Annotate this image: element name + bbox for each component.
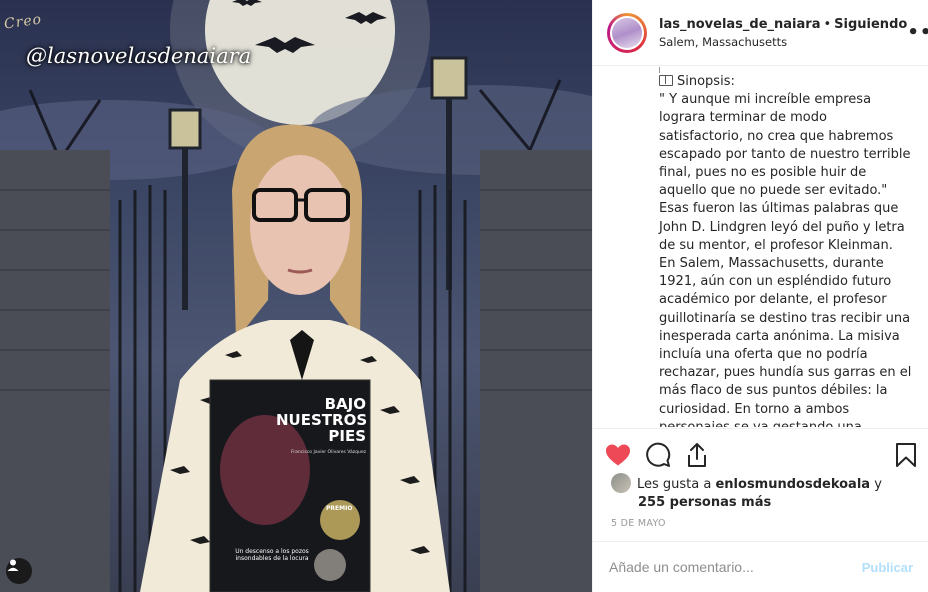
likes-summary: Les gusta a enlosmundosdekoala y 255 per… <box>611 473 915 512</box>
comment-input[interactable] <box>609 559 862 575</box>
header-text: las_novelas_de_naiara • Siguiendo Salem, M… <box>659 16 907 50</box>
avatar[interactable] <box>610 15 644 50</box>
post-header: las_novelas_de_naiara • Siguiendo Salem, M… <box>593 0 928 66</box>
heart-icon <box>606 444 630 465</box>
likes-others-link[interactable]: 255 personas más <box>638 495 771 510</box>
header-line: las_novelas_de_naiara • Siguiendo <box>659 16 907 34</box>
more-options-icon[interactable]: ••• <box>907 22 928 43</box>
publish-button[interactable]: Publicar <box>862 560 913 575</box>
book-title: BAJO NUESTROS PIES <box>276 395 368 445</box>
photo-scene <box>0 0 592 592</box>
user-tag-glyph <box>7 559 19 571</box>
comment-button[interactable] <box>645 435 685 475</box>
likes-line-2: 255 personas más <box>611 494 915 512</box>
likes-conjunction: y <box>874 477 882 492</box>
caption-heading-line: Sinopsis: <box>659 73 913 91</box>
book-tagline: Un descenso a los pozos insondables de l… <box>235 548 309 562</box>
likes-prefix: Les gusta a <box>637 477 712 492</box>
post-date[interactable]: 5 DE MAYO <box>611 518 666 529</box>
location-link[interactable]: Salem, Massachusetts <box>659 34 907 50</box>
post-photo[interactable]: Creo @lasnovelasdenaiara BAJO NUESTROS P… <box>0 0 592 592</box>
comment-box: Publicar <box>593 541 928 592</box>
separator-dot: • <box>823 16 832 32</box>
like-button[interactable] <box>605 435 645 475</box>
book-icon <box>659 75 673 86</box>
bookmark-icon <box>896 442 916 467</box>
story-ring[interactable] <box>607 12 647 53</box>
caption-heading: Sinopsis: <box>677 74 735 89</box>
caption-body: " Y aunque mi increíble empresa lograra … <box>659 92 912 427</box>
watermark-handle: @lasnovelasdenaiara <box>26 44 252 68</box>
book-author: Francisco Javier Olivares Vázquez <box>291 450 366 455</box>
user-tag-icon[interactable] <box>6 558 32 584</box>
likes-line-1: Les gusta a enlosmundosdekoala y <box>611 473 915 494</box>
caption: Sinopsis: " Y aunque mi increíble empres… <box>593 67 928 427</box>
book-award: PREMIO <box>326 505 353 512</box>
post-side-panel: las_novelas_de_naiara • Siguiendo Salem, M… <box>592 0 928 592</box>
liker-avatar[interactable] <box>611 473 631 493</box>
username-link[interactable]: las_novelas_de_naiara <box>659 17 820 32</box>
share-button[interactable] <box>685 435 725 475</box>
liker-username[interactable]: enlosmundosdekoala <box>715 477 870 492</box>
save-button[interactable] <box>877 435 917 475</box>
comment-icon <box>646 442 671 467</box>
follow-status[interactable]: Siguiendo <box>834 17 907 32</box>
share-icon <box>688 442 706 467</box>
